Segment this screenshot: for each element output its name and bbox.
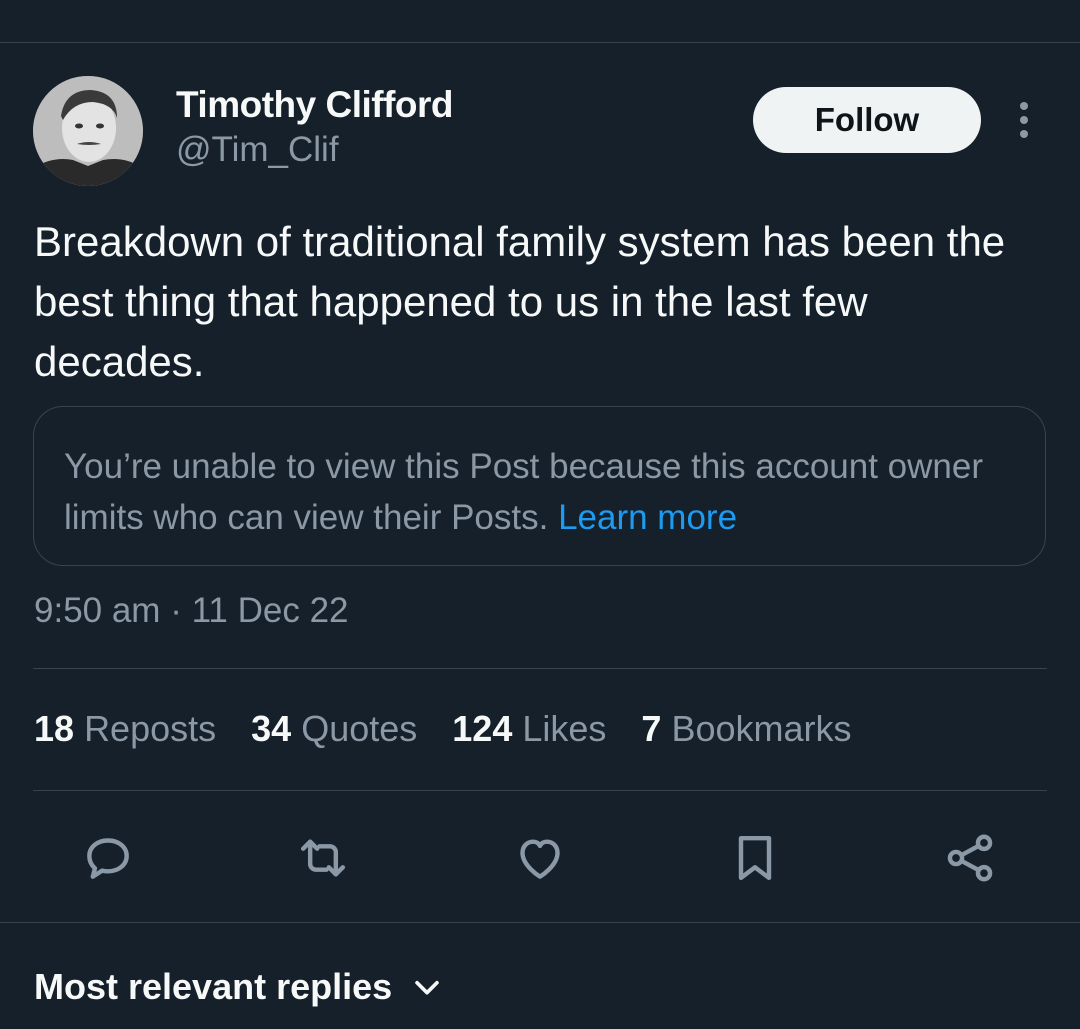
bookmark-icon[interactable] <box>723 826 787 890</box>
replies-sort-dropdown[interactable]: Most relevant replies <box>34 966 444 1008</box>
action-bar <box>0 826 1080 890</box>
like-icon[interactable] <box>508 826 572 890</box>
stat-label: Bookmarks <box>671 708 852 749</box>
top-divider <box>0 42 1080 43</box>
tweet-text: Breakdown of traditional family system h… <box>34 218 1006 385</box>
stat-label: Quotes <box>301 708 418 749</box>
divider <box>33 668 1047 669</box>
stat-count: 34 <box>251 708 292 749</box>
repost-icon[interactable] <box>291 826 355 890</box>
stat-reposts[interactable]: 18 Reposts <box>34 708 216 750</box>
more-options-icon[interactable] <box>1004 100 1044 140</box>
learn-more-link[interactable]: Learn more <box>558 498 737 537</box>
chevron-down-icon <box>415 980 439 995</box>
avatar-photo <box>33 76 143 186</box>
stat-count: 124 <box>452 708 513 749</box>
engagement-stats: 18 Reposts 34 Quotes 124 Likes 7 Bookmar… <box>34 708 887 750</box>
stat-count: 7 <box>641 708 662 749</box>
follow-button[interactable]: Follow <box>753 87 981 153</box>
stat-likes[interactable]: 124 Likes <box>452 708 606 750</box>
author-handle[interactable]: @Tim_Clif <box>176 130 339 170</box>
stat-quotes[interactable]: 34 Quotes <box>251 708 417 750</box>
replies-sort-label: Most relevant replies <box>34 966 393 1007</box>
stat-bookmarks[interactable]: 7 Bookmarks <box>641 708 851 750</box>
post-timestamp[interactable]: 9:50 am · 11 Dec 22 <box>34 591 349 631</box>
stat-count: 18 <box>34 708 75 749</box>
avatar[interactable] <box>33 76 143 186</box>
author-display-name[interactable]: Timothy Clifford <box>176 84 454 126</box>
stat-label: Likes <box>522 708 607 749</box>
reply-icon[interactable] <box>76 826 140 890</box>
divider <box>33 790 1047 791</box>
section-divider <box>0 922 1080 923</box>
notice-text: You’re unable to view this Post because … <box>64 447 983 537</box>
share-icon[interactable] <box>938 826 1002 890</box>
unavailable-post-notice: You’re unable to view this Post because … <box>33 406 1046 566</box>
stat-label: Reposts <box>84 708 217 749</box>
